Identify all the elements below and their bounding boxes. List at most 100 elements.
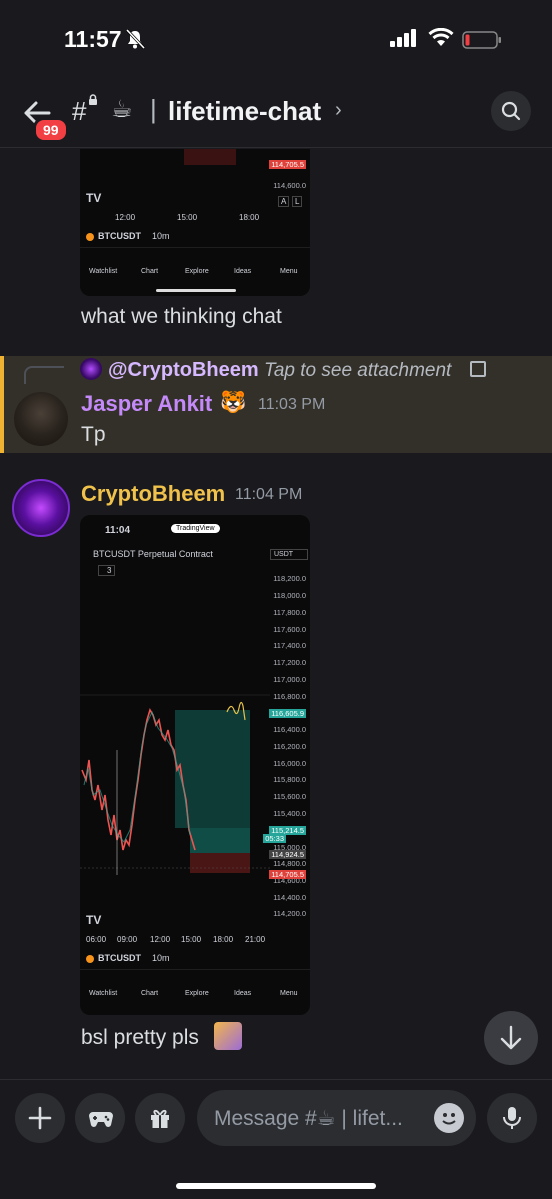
drawing-path	[226, 701, 246, 721]
tradingview-logo: TV	[86, 191, 102, 205]
image-attachment[interactable]: 11:04 TradingView BTCUSDT Perpetual Cont…	[80, 515, 310, 1015]
username[interactable]: CryptoBheem	[81, 481, 225, 507]
gift-icon	[151, 1109, 169, 1128]
search-button[interactable]	[491, 91, 531, 131]
stop-price-label: 114,705.5	[269, 870, 306, 879]
axis-tick: 117,400.0	[273, 641, 306, 650]
chevron-right-icon[interactable]: ›	[335, 99, 342, 122]
axis-tick: 118,200.0	[273, 574, 306, 583]
microphone-icon	[503, 1107, 521, 1129]
reply-preview[interactable]: Tap to see attachment	[264, 360, 451, 382]
axis-tick: 116,200.0	[273, 742, 306, 751]
symbol-label[interactable]: BTCUSDT	[98, 953, 141, 963]
message-placeholder: Message #☕ | lifet...	[214, 1107, 403, 1130]
avatar[interactable]	[12, 479, 70, 537]
axis-tick: 115,400.0	[273, 809, 306, 818]
indicator-count[interactable]: 3	[98, 565, 116, 576]
nav-chart[interactable]: Chart	[141, 268, 158, 275]
interval-label[interactable]: 10m	[152, 231, 170, 241]
symbol-label[interactable]: BTCUSDT	[98, 231, 141, 241]
btc-icon	[86, 233, 94, 241]
btc-icon	[86, 955, 94, 963]
avatar[interactable]	[14, 392, 68, 446]
nav-explore[interactable]: Explore	[185, 990, 209, 997]
signal-icon	[390, 29, 416, 47]
author-emoji: 🐯	[220, 391, 247, 414]
phone-time: 11:04	[105, 525, 131, 536]
axis-tick: 115,800.0	[273, 775, 306, 784]
jump-to-bottom-button[interactable]	[484, 1011, 538, 1065]
message-text: what we thinking chat	[81, 305, 282, 328]
axis-tick: 114,200.0	[273, 909, 306, 918]
message-list[interactable]: 114,705.5 114,600.0 A L TV 12:00 15:00 1…	[0, 149, 552, 1079]
username[interactable]: Jasper Ankit	[81, 391, 212, 417]
axis-tick: 117,000.0	[273, 675, 306, 684]
channel-header: 99 # ☕ | lifetime-chat ›	[0, 80, 552, 148]
nav-chart[interactable]: Chart	[141, 990, 158, 997]
axis-tick: 118,000.0	[273, 591, 306, 600]
battery-low-icon	[462, 31, 501, 49]
channel-hash-icon: #	[72, 96, 87, 126]
channel-name[interactable]: lifetime-chat	[168, 96, 321, 127]
interval-label[interactable]: 10m	[152, 953, 170, 963]
time-tick: 15:00	[181, 935, 202, 944]
emoji-button[interactable]	[434, 1103, 464, 1133]
nav-menu[interactable]: Menu	[280, 268, 298, 275]
time-tick: 18:00	[239, 213, 260, 222]
voice-button[interactable]	[487, 1093, 537, 1143]
bell-muted-icon	[125, 28, 146, 50]
nav-watchlist[interactable]: Watchlist	[89, 268, 117, 275]
axis-tick: 114,400.0	[273, 893, 306, 902]
unread-badge: 99	[33, 117, 69, 143]
currency-select[interactable]: USDT	[270, 549, 309, 560]
smiley-icon	[442, 1113, 456, 1125]
apps-button[interactable]	[75, 1093, 125, 1143]
status-time: 11:57	[64, 26, 122, 52]
axis-tick: 114,800.0	[273, 859, 306, 868]
status-bar: 11:57	[0, 0, 552, 80]
message-text: bsl pretty pls	[81, 1026, 199, 1049]
target-price-label: 116,605.9	[269, 709, 306, 718]
tv-bottom-nav: Watchlist Chart Explore Ideas Menu	[80, 247, 310, 287]
axis-tick: 116,800.0	[273, 692, 306, 701]
nav-watchlist[interactable]: Watchlist	[89, 990, 117, 997]
nav-ideas[interactable]: Ideas	[234, 990, 251, 997]
arrow-down-icon	[500, 1025, 522, 1050]
axis-tick: 117,200.0	[273, 658, 306, 667]
axis-tick: 117,600.0	[273, 625, 306, 634]
message-input[interactable]: Message #☕ | lifet...	[197, 1090, 476, 1146]
scale-button-l[interactable]: L	[292, 196, 303, 207]
time-tick: 18:00	[213, 935, 234, 944]
image-icon	[470, 361, 486, 377]
time-tick: 06:00	[86, 935, 107, 944]
reply-author[interactable]: @CryptoBheem	[108, 359, 259, 382]
nav-explore[interactable]: Explore	[185, 268, 209, 275]
axis-tick: 115,600.0	[273, 792, 306, 801]
chart-title: BTCUSDT Perpetual Contract	[93, 549, 213, 559]
reply-avatar	[80, 358, 102, 380]
time-tick: 21:00	[245, 935, 266, 944]
scale-button-a[interactable]: A	[278, 196, 290, 207]
price-label: 114,705.5	[269, 160, 306, 169]
image-attachment[interactable]: 114,705.5 114,600.0 A L TV 12:00 15:00 1…	[80, 149, 310, 296]
time-tick: 15:00	[177, 213, 198, 222]
nav-menu[interactable]: Menu	[280, 990, 298, 997]
lock-icon	[89, 94, 97, 105]
nav-ideas[interactable]: Ideas	[234, 268, 251, 275]
message-composer: Message #☕ | lifet...	[0, 1079, 552, 1199]
stop-zone	[184, 149, 236, 165]
add-button[interactable]	[15, 1093, 65, 1143]
tradingview-logo: TV	[86, 913, 102, 927]
plus-icon	[28, 1106, 52, 1130]
channel-emoji: ☕	[111, 96, 133, 123]
channel-separator: |	[150, 94, 157, 124]
gift-button[interactable]	[135, 1093, 185, 1143]
countdown-label: 05:33	[263, 834, 286, 843]
timestamp: 11:03 PM	[258, 396, 326, 413]
wifi-icon	[428, 28, 454, 46]
message-text: Tp	[81, 423, 106, 446]
entry-price-label: 114,924.5	[269, 850, 306, 859]
axis-tick: 114,600.0	[273, 181, 306, 190]
sticker-emoji	[214, 1022, 242, 1050]
search-icon	[501, 101, 521, 121]
